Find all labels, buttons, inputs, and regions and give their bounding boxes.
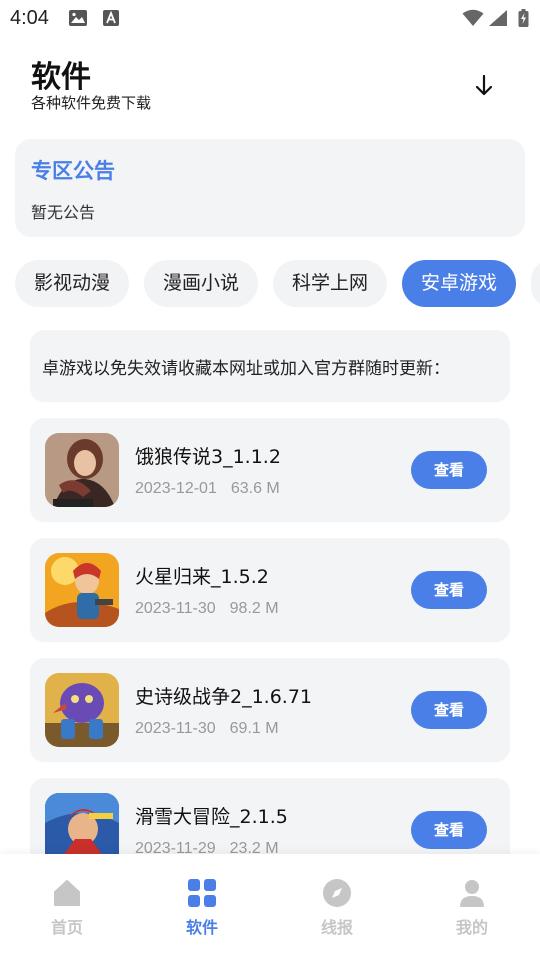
page-header: 软件 各种软件免费下载 xyxy=(0,36,540,126)
notice-body: 暂无公告 xyxy=(31,203,96,222)
wifi-icon xyxy=(462,9,484,31)
app-date: 2023-12-01 xyxy=(135,480,217,497)
app-size: 98.2 M xyxy=(229,600,279,617)
app-card[interactable]: 火星归来_1.5.2 2023-11-30 98.2 M 查看 xyxy=(30,538,510,642)
view-button[interactable]: 查看 xyxy=(411,811,487,849)
app-card[interactable]: 史诗级战争2_1.6.71 2023-11-30 69.1 M 查看 xyxy=(30,658,510,762)
tab-more-partial[interactable] xyxy=(531,260,540,307)
nav-mine[interactable]: 我的 xyxy=(432,878,512,938)
app-name: 饿狼传说3_1.1.2 xyxy=(135,446,281,468)
app-meta: 2023-12-01 63.6 M xyxy=(135,480,294,498)
view-button[interactable]: 查看 xyxy=(411,571,487,609)
marquee-text: 卓游戏以免失效请收藏本网址或加入官方群随时更新： xyxy=(42,359,450,379)
app-size: 23.2 M xyxy=(229,840,279,854)
bottom-nav: 首页 软件 线报 我的 xyxy=(0,854,540,960)
app-date: 2023-11-29 xyxy=(135,840,216,854)
notice-card: 专区公告 暂无公告 xyxy=(15,139,525,237)
nav-label: 线报 xyxy=(320,918,353,937)
game-cover-icon xyxy=(45,433,119,507)
signal-icon xyxy=(488,9,508,31)
tab-android-games[interactable]: 安卓游戏 xyxy=(402,260,516,307)
home-icon xyxy=(52,878,82,908)
compass-icon xyxy=(322,878,352,908)
gallery-notification-icon xyxy=(68,9,88,31)
app-card[interactable]: 饿狼传说3_1.1.2 2023-12-01 63.6 M 查看 xyxy=(30,418,510,522)
tab-film-anime[interactable]: 影视动漫 xyxy=(15,260,129,307)
battery-icon xyxy=(518,9,529,31)
app-size: 63.6 M xyxy=(230,480,280,497)
app-meta: 2023-11-30 98.2 M xyxy=(135,600,293,618)
text-notification-icon xyxy=(102,9,120,31)
page-title: 软件 xyxy=(31,60,91,95)
app-meta: 2023-11-29 23.2 M xyxy=(135,840,293,854)
game-cover-icon xyxy=(45,793,119,854)
tab-comic-novel[interactable]: 漫画小说 xyxy=(144,260,258,307)
app-date: 2023-11-30 xyxy=(135,600,216,617)
nav-home[interactable]: 首页 xyxy=(27,878,107,938)
user-icon xyxy=(457,878,487,908)
download-arrow-icon xyxy=(475,74,493,96)
view-button[interactable]: 查看 xyxy=(411,691,487,729)
app-name: 滑雪大冒险_2.1.5 xyxy=(135,806,288,828)
marquee-banner: 卓游戏以免失效请收藏本网址或加入官方群随时更新： xyxy=(30,330,510,402)
tab-vpn[interactable]: 科学上网 xyxy=(273,260,387,307)
grid-icon xyxy=(187,878,217,908)
nav-news[interactable]: 线报 xyxy=(297,878,377,938)
app-list: 饿狼传说3_1.1.2 2023-12-01 63.6 M 查看 火星归来_1.5… xyxy=(0,418,540,854)
nav-label: 首页 xyxy=(50,918,83,937)
app-meta: 2023-11-30 69.1 M xyxy=(135,720,293,738)
app-name: 史诗级战争2_1.6.71 xyxy=(135,686,313,708)
game-cover-icon xyxy=(45,553,119,627)
category-tabs: 影视动漫 漫画小说 科学上网 安卓游戏 xyxy=(0,260,540,308)
nav-label: 软件 xyxy=(185,918,218,937)
nav-software[interactable]: 软件 xyxy=(162,878,242,938)
notice-title: 专区公告 xyxy=(31,159,115,183)
status-bar: 4:04 xyxy=(0,0,540,36)
nav-label: 我的 xyxy=(455,918,488,937)
app-card[interactable]: 滑雪大冒险_2.1.5 2023-11-29 23.2 M 查看 xyxy=(30,778,510,854)
view-button[interactable]: 查看 xyxy=(411,451,487,489)
status-time: 4:04 xyxy=(10,7,49,29)
app-size: 69.1 M xyxy=(229,720,279,737)
app-date: 2023-11-30 xyxy=(135,720,216,737)
download-button[interactable] xyxy=(470,72,498,100)
game-cover-icon xyxy=(45,673,119,747)
page-subtitle: 各种软件免费下载 xyxy=(31,94,152,112)
app-name: 火星归来_1.5.2 xyxy=(135,566,269,588)
